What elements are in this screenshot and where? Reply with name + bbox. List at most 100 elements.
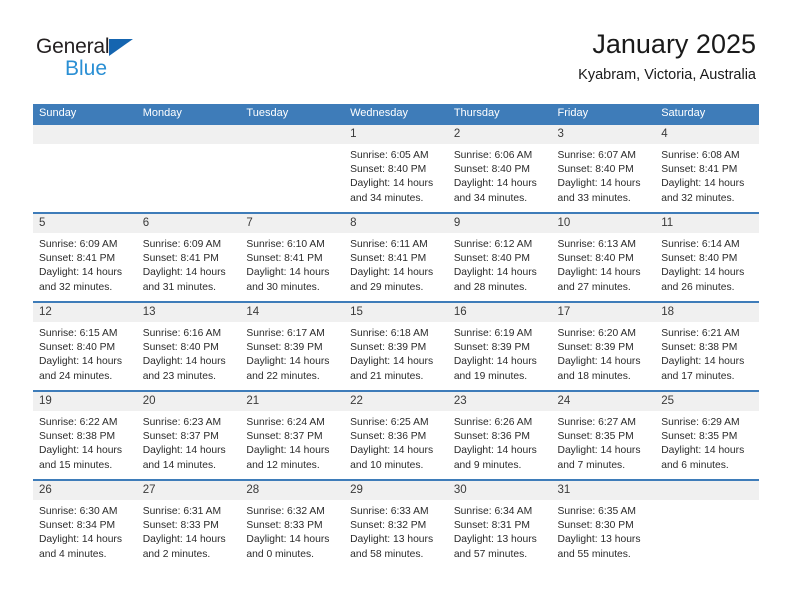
calendar-day-cell[interactable]: 28 Sunrise: 6:32 AM Sunset: 8:33 PM Dayligh… (240, 479, 345, 569)
calendar-day-cell[interactable]: 7 Sunrise: 6:10 AM Sunset: 8:41 PM Daylight… (240, 212, 345, 302)
day-number: 29 (344, 481, 448, 500)
daylight-text-line2: and 7 minutes. (557, 459, 626, 471)
logo-top-row: General (36, 36, 236, 59)
calendar-grid: Sunday Monday Tuesday Wednesday Thursday… (33, 104, 759, 569)
calendar-day-cell[interactable]: 15 Sunrise: 6:18 AM Sunset: 8:39 PM Dayligh… (344, 301, 448, 391)
calendar-day-cell[interactable]: 22 Sunrise: 6:25 AM Sunset: 8:36 PM Dayligh… (344, 390, 448, 480)
day-number: 17 (551, 303, 656, 322)
calendar-day-cell[interactable]: 25 Sunrise: 6:29 AM Sunset: 8:35 PM Dayligh… (655, 390, 759, 480)
day-number: 5 (33, 214, 137, 233)
title-block: January 2025 Kyabram, Victoria, Australi… (578, 28, 756, 85)
day-number: 1 (344, 125, 448, 144)
calendar-day-cell[interactable]: 30 Sunrise: 6:34 AM Sunset: 8:31 PM Dayligh… (447, 479, 552, 569)
day-details: Sunrise: 6:14 AM Sunset: 8:40 PM Daylight:… (655, 233, 759, 295)
daylight-text-line2: and 17 minutes. (661, 370, 735, 382)
day-details: Sunrise: 6:11 AM Sunset: 8:41 PM Daylight:… (344, 233, 448, 295)
sunrise-text: Sunrise: 6:08 AM (661, 150, 740, 161)
day-number: 22 (344, 392, 448, 411)
day-number: 16 (447, 303, 552, 322)
day-number: 24 (551, 392, 656, 411)
calendar-day-cell[interactable]: 19 Sunrise: 6:22 AM Sunset: 8:38 PM Dayligh… (33, 390, 137, 480)
generalblue-logo[interactable]: General Blue (36, 36, 236, 92)
daylight-text-line2: and 19 minutes. (453, 370, 528, 382)
sunset-text: Sunset: 8:34 PM (39, 520, 116, 532)
calendar-day-cell[interactable]: 29 Sunrise: 6:33 AM Sunset: 8:32 PM Dayligh… (344, 479, 448, 569)
weekday-header-friday: Friday (551, 104, 656, 124)
day-number: 8 (344, 214, 448, 233)
calendar-page: General Blue January 2025 Kyabram, Victo… (0, 0, 792, 612)
daylight-text-line1: Daylight: 14 hours (39, 356, 122, 368)
calendar-day-cell[interactable]: 14 Sunrise: 6:17 AM Sunset: 8:39 PM Dayligh… (240, 301, 345, 391)
daylight-text-line2: and 26 minutes. (661, 281, 735, 293)
daylight-text-line2: and 32 minutes. (39, 281, 113, 293)
calendar-day-cell[interactable]: 17 Sunrise: 6:20 AM Sunset: 8:39 PM Dayligh… (551, 301, 656, 391)
day-number: 6 (136, 214, 241, 233)
logo-triangle-icon (109, 39, 134, 56)
day-number: 14 (240, 303, 345, 322)
calendar-day-cell[interactable]: 27 Sunrise: 6:31 AM Sunset: 8:33 PM Dayligh… (136, 479, 241, 569)
day-details: Sunrise: 6:29 AM Sunset: 8:35 PM Daylight:… (655, 411, 759, 473)
sunrise-text: Sunrise: 6:23 AM (142, 417, 222, 428)
daylight-text-line1: Daylight: 13 hours (350, 534, 434, 546)
sunset-text: Sunset: 8:37 PM (142, 431, 219, 443)
sunrise-text: Sunrise: 6:27 AM (557, 417, 636, 428)
sunrise-text: Sunrise: 6:10 AM (246, 239, 325, 250)
day-number: 23 (447, 392, 552, 411)
day-details: Sunrise: 6:08 AM Sunset: 8:41 PM Daylight:… (655, 144, 759, 206)
calendar-day-cell[interactable]: 8 Sunrise: 6:11 AM Sunset: 8:41 PM Daylight… (344, 212, 448, 302)
calendar-day-cell[interactable]: 20 Sunrise: 6:23 AM Sunset: 8:37 PM Dayligh… (136, 390, 241, 480)
sunrise-text: Sunrise: 6:09 AM (142, 239, 222, 250)
daylight-text-line2: and 21 minutes. (350, 370, 424, 382)
day-details: Sunrise: 6:10 AM Sunset: 8:41 PM Daylight:… (240, 233, 344, 295)
sunrise-text: Sunrise: 6:30 AM (39, 506, 118, 517)
day-details: Sunrise: 6:34 AM Sunset: 8:31 PM Daylight:… (448, 500, 552, 562)
daylight-text-line1: Daylight: 14 hours (142, 356, 226, 368)
calendar-day-cell[interactable]: 13 Sunrise: 6:16 AM Sunset: 8:40 PM Dayligh… (136, 301, 241, 391)
calendar-day-cell[interactable]: 2 Sunrise: 6:06 AM Sunset: 8:40 PM Daylight… (447, 123, 552, 213)
calendar-day-cell[interactable]: 9 Sunrise: 6:12 AM Sunset: 8:40 PM Daylight… (447, 212, 552, 302)
calendar-day-cell[interactable]: 6 Sunrise: 6:09 AM Sunset: 8:41 PM Daylight… (136, 212, 241, 302)
calendar-day-cell[interactable]: 18 Sunrise: 6:21 AM Sunset: 8:38 PM Dayligh… (655, 301, 759, 391)
sunrise-text: Sunrise: 6:13 AM (557, 239, 636, 250)
sunset-text: Sunset: 8:31 PM (453, 520, 530, 532)
daylight-text-line1: Daylight: 14 hours (350, 445, 434, 457)
sunrise-text: Sunrise: 6:19 AM (453, 328, 533, 339)
daylight-text-line1: Daylight: 14 hours (39, 534, 122, 546)
calendar-day-cell[interactable]: 11 Sunrise: 6:14 AM Sunset: 8:40 PM Dayligh… (655, 212, 759, 302)
calendar-day-cell[interactable]: 4 Sunrise: 6:08 AM Sunset: 8:41 PM Daylight… (655, 123, 759, 213)
sunset-text: Sunset: 8:40 PM (453, 253, 530, 265)
calendar-day-cell[interactable]: 12 Sunrise: 6:15 AM Sunset: 8:40 PM Dayligh… (33, 301, 137, 391)
sunset-text: Sunset: 8:39 PM (453, 342, 530, 354)
calendar-day-cell[interactable]: 5 Sunrise: 6:09 AM Sunset: 8:41 PM Daylight… (33, 212, 137, 302)
sunrise-text: Sunrise: 6:32 AM (246, 506, 325, 517)
daylight-text-line1: Daylight: 14 hours (661, 445, 745, 457)
calendar-day-cell[interactable]: 21 Sunrise: 6:24 AM Sunset: 8:37 PM Dayligh… (240, 390, 345, 480)
page-subtitle: Kyabram, Victoria, Australia (578, 67, 756, 83)
day-number: 4 (655, 125, 759, 144)
daylight-text-line2: and 15 minutes. (39, 459, 113, 471)
daylight-text-line1: Daylight: 14 hours (453, 445, 537, 457)
calendar-day-cell[interactable]: 23 Sunrise: 6:26 AM Sunset: 8:36 PM Dayligh… (447, 390, 552, 480)
calendar-day-cell[interactable]: 26 Sunrise: 6:30 AM Sunset: 8:34 PM Dayligh… (33, 479, 137, 569)
sunset-text: Sunset: 8:32 PM (350, 520, 427, 532)
daylight-text-line2: and 57 minutes. (453, 548, 528, 560)
calendar-day-cell[interactable]: 10 Sunrise: 6:13 AM Sunset: 8:40 PM Dayligh… (551, 212, 656, 302)
sunrise-text: Sunrise: 6:14 AM (661, 239, 740, 250)
calendar-day-cell[interactable]: 24 Sunrise: 6:27 AM Sunset: 8:35 PM Dayligh… (551, 390, 656, 480)
daylight-text-line1: Daylight: 14 hours (661, 356, 745, 368)
day-number: 30 (447, 481, 552, 500)
calendar-day-cell[interactable]: 1 Sunrise: 6:05 AM Sunset: 8:40 PM Daylight… (344, 123, 448, 213)
calendar-day-cell[interactable]: 3 Sunrise: 6:07 AM Sunset: 8:40 PM Daylight… (551, 123, 656, 213)
sunset-text: Sunset: 8:30 PM (557, 520, 634, 532)
sunrise-text: Sunrise: 6:21 AM (661, 328, 740, 339)
calendar-day-cell[interactable]: 31 Sunrise: 6:35 AM Sunset: 8:30 PM Dayligh… (551, 479, 656, 569)
sunrise-text: Sunrise: 6:31 AM (142, 506, 222, 517)
calendar-week-row: 19 Sunrise: 6:22 AM Sunset: 8:38 PM Dayligh… (33, 390, 759, 480)
daylight-text-line2: and 18 minutes. (557, 370, 631, 382)
day-number: 15 (344, 303, 448, 322)
sunrise-text: Sunrise: 6:24 AM (246, 417, 325, 428)
calendar-day-cell[interactable]: 16 Sunrise: 6:19 AM Sunset: 8:39 PM Dayligh… (447, 301, 552, 391)
day-number: 13 (136, 303, 241, 322)
sunrise-text: Sunrise: 6:22 AM (39, 417, 118, 428)
daylight-text-line2: and 2 minutes. (142, 548, 211, 560)
